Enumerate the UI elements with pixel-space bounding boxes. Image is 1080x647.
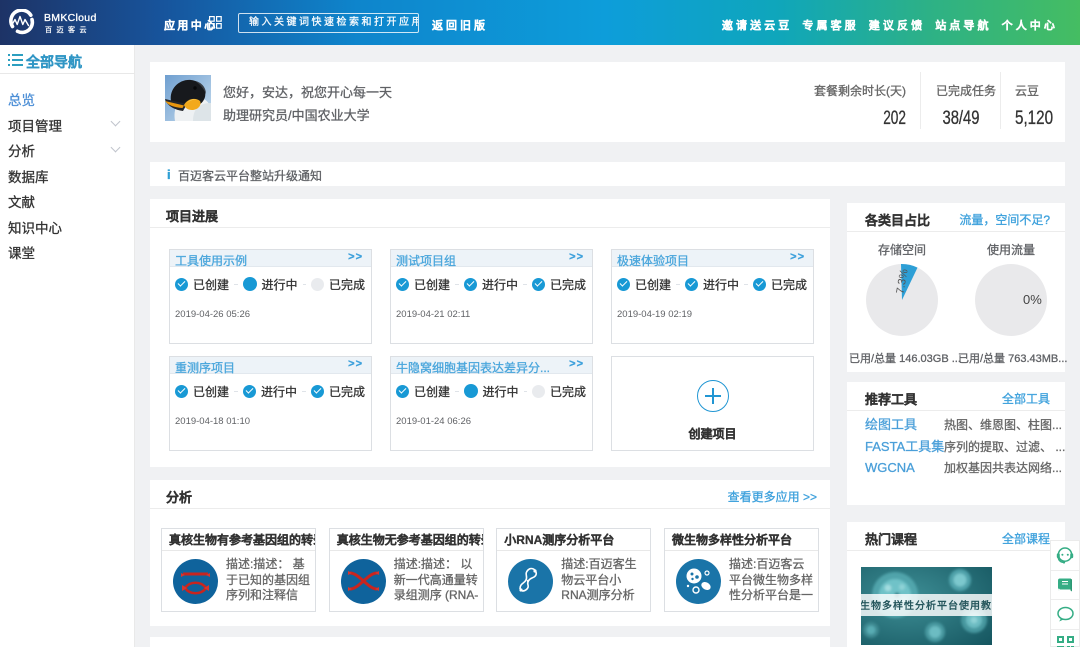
- svg-text:微生物多样性分析平台使用教程: 微生物多样性分析平台使用教程: [861, 599, 992, 612]
- svg-text:0%: 0%: [1023, 292, 1042, 307]
